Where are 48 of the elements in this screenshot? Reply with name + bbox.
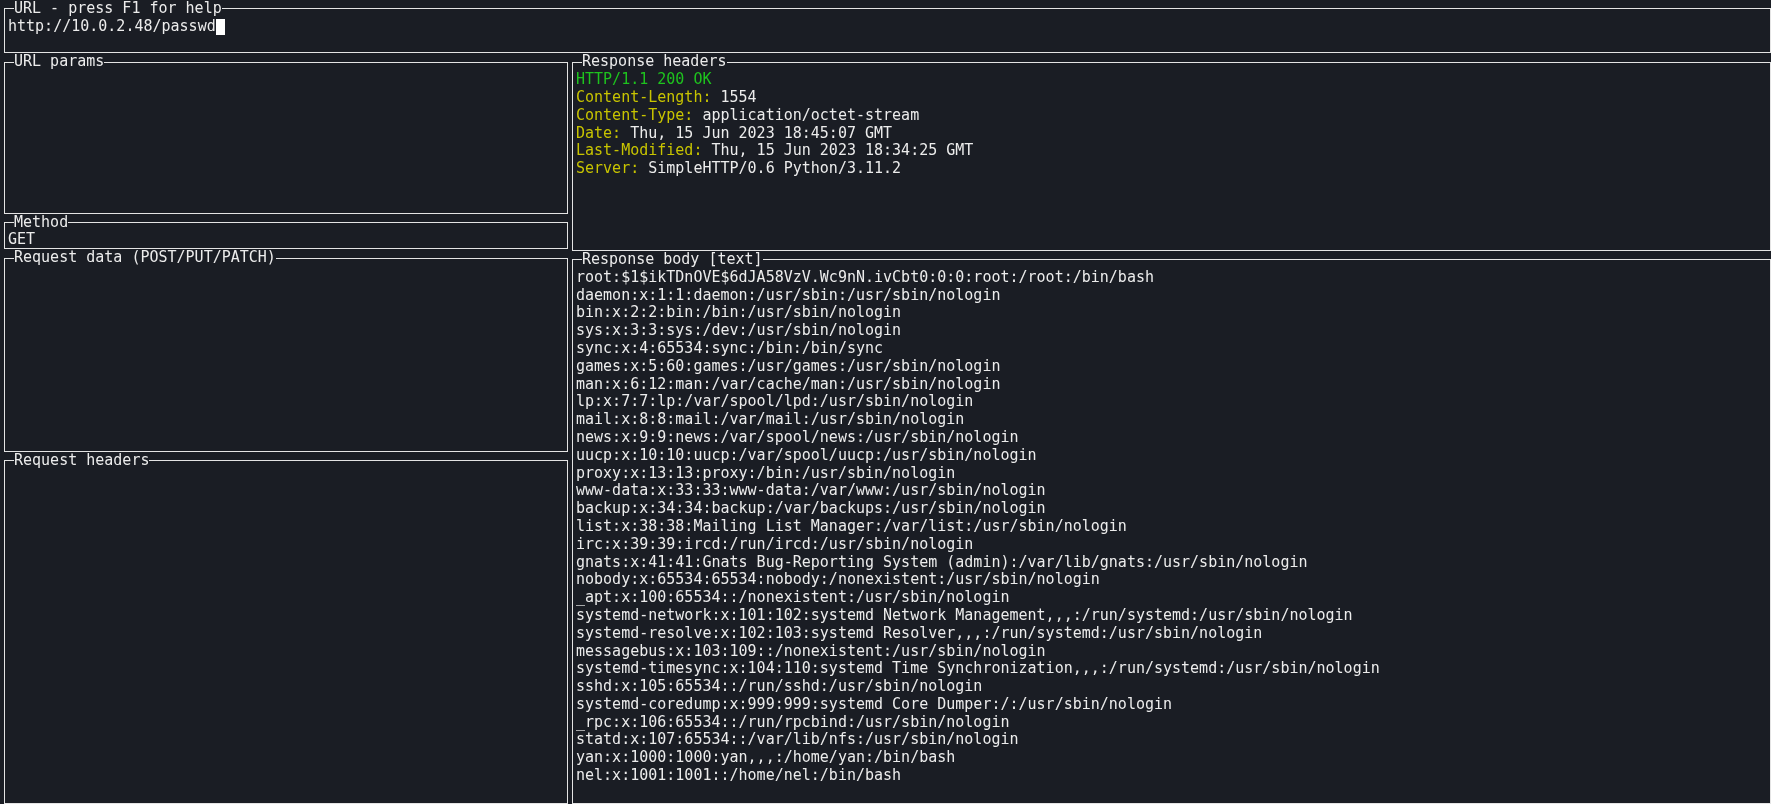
body-line: nel:x:1001:1001::/home/nel:/bin/bash xyxy=(576,767,902,785)
body-line: backup:x:34:34:backup:/var/backups:/usr/sbin/nologin xyxy=(576,500,1046,518)
panel-title: Request headers xyxy=(14,453,150,470)
request-data-panel[interactable]: Request data (POST/PUT/PATCH) xyxy=(4,249,568,453)
method-value[interactable]: GET xyxy=(8,231,36,249)
panel-title: Method xyxy=(14,214,69,232)
header-line: Content-Type: application/octet-stream xyxy=(576,106,920,125)
body-line: mail:x:8:8:mail:/var/mail:/usr/sbin/nologin xyxy=(576,411,965,429)
panel-title: URL params xyxy=(14,54,105,72)
request-headers-panel[interactable]: Request headers xyxy=(4,452,568,804)
body-line: nobody:x:65534:65534:nobody:/nonexistent:/usr/sbin/nologin xyxy=(576,571,1100,590)
body-line: _apt:x:100:65534::/nonexistent:/usr/sbin/nologin xyxy=(576,589,1010,607)
body-line: sync:x:4:65534:sync:/bin:/bin/sync xyxy=(576,339,884,358)
body-line: man:x:6:12:man:/var/cache/man:/usr/sbin/nologin xyxy=(576,375,1001,394)
header-line: Last-Modified: Thu, 15 Jun 2023 18:34:25 GMT xyxy=(576,142,974,161)
body-line: _rpc:x:106:65534::/run/rpcbind:/usr/sbin/nologin xyxy=(576,713,1010,732)
header-line: Server: SimpleHTTP/0.6 Python/3.11.2 xyxy=(576,160,902,178)
body-line: www-data:x:33:33:www-data:/var/www:/usr/sbin/nologin xyxy=(576,482,1046,501)
body-line: gnats:x:41:41:Gnats Bug-Reporting System (admin):/var/lib/gnats:/usr/sbin/nologin xyxy=(576,553,1308,572)
body-line: root:$1$ikTDnOVE$6dJA58VzV.Wc9nN.ivCbt0:0:0:root:/root:/bin/bash xyxy=(576,268,1154,287)
url-params-panel[interactable]: URL params xyxy=(4,53,568,214)
body-line: systemd-timesync:x:104:110:systemd Time Synchronization,,,:/run/systemd:/usr/sbin/nologin xyxy=(576,660,1380,679)
header-line: Date: Thu, 15 Jun 2023 18:45:07 GMT xyxy=(576,124,893,143)
body-line: proxy:x:13:13:proxy:/bin:/usr/sbin/nologin xyxy=(576,464,956,483)
body-line: news:x:9:9:news:/var/spool/news:/usr/sbin/nologin xyxy=(576,428,1019,447)
panel-title: URL - press F1 for help xyxy=(14,1,222,18)
status-line: HTTP/1.1 200 OK xyxy=(576,71,712,89)
header-line: Content-Length: 1554 xyxy=(576,89,757,107)
body-line: games:x:5:60:games:/usr/games:/usr/sbin/nologin xyxy=(576,357,1001,376)
body-line: systemd-resolve:x:102:103:systemd Resolver,,,:/run/systemd:/usr/sbin/nologin xyxy=(576,624,1263,643)
url-field[interactable]: http://10.0.2.48/passwd xyxy=(8,17,225,36)
body-line: yan:x:1000:1000:yan,,,:/home/yan:/bin/bash xyxy=(576,749,956,768)
body-line: systemd-coredump:x:999:999:systemd Core Dumper:/:/usr/sbin/nologin xyxy=(576,695,1173,714)
body-line: sys:x:3:3:sys:/dev:/usr/sbin/nologin xyxy=(576,322,902,340)
body-line: list:x:38:38:Mailing List Manager:/var/list:/usr/sbin/nologin xyxy=(576,517,1127,536)
body-line: statd:x:107:65534::/var/lib/nfs:/usr/sbin/nologin xyxy=(576,731,1019,750)
body-line: systemd-network:x:101:102:systemd Network Management,,,:/run/systemd:/usr/sbin/nologin xyxy=(576,606,1353,625)
body-line: uucp:x:10:10:uucp:/var/spool/uucp:/usr/sbin/nologin xyxy=(576,446,1037,465)
text-cursor xyxy=(215,18,225,35)
panel-title: Response headers xyxy=(582,54,727,72)
body-line: irc:x:39:39:ircd:/run/ircd:/usr/sbin/nologin xyxy=(576,535,974,554)
panel-title: Response body [text] xyxy=(582,251,763,269)
body-line: sshd:x:105:65534::/run/sshd:/usr/sbin/nologin xyxy=(576,678,983,696)
panel-title: Request data (POST/PUT/PATCH) xyxy=(14,250,276,267)
body-line: messagebus:x:103:109::/nonexistent:/usr/sbin/nologin xyxy=(576,642,1046,661)
body-line: bin:x:2:2:bin:/bin:/usr/sbin/nologin xyxy=(576,304,902,323)
body-line: lp:x:7:7:lp:/var/spool/lpd:/usr/sbin/nologin xyxy=(576,393,974,412)
body-line: daemon:x:1:1:daemon:/usr/sbin:/usr/sbin/nologin xyxy=(576,286,1001,305)
